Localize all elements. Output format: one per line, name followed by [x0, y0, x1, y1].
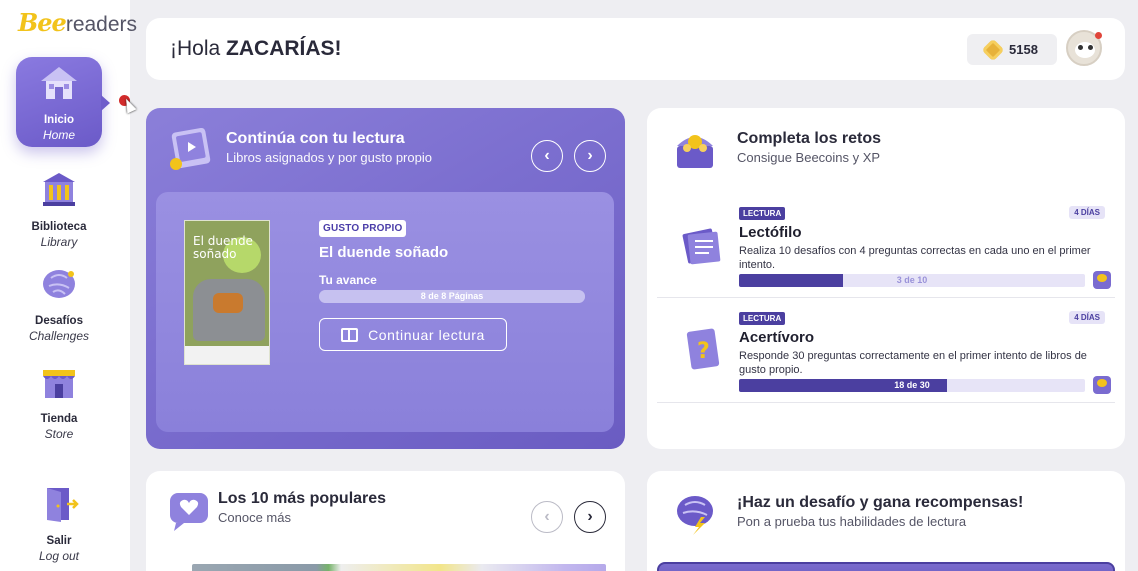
challenge-description: Responde 30 preguntas correctamente en e…: [739, 350, 1087, 376]
book-cover[interactable]: El duende soñado: [184, 220, 270, 365]
popular-prev-button[interactable]: ‹: [531, 501, 563, 533]
sidebar-item-label: Salir: [46, 535, 72, 547]
reading-next-button[interactable]: ›: [574, 140, 606, 172]
brain-icon: [43, 270, 75, 298]
sidebar-item-sublabel: Home: [42, 128, 75, 142]
sidebar-item-label: Inicio: [43, 114, 75, 126]
beereaders-logo[interactable]: Bee readers: [18, 8, 137, 37]
sidebar-item-sublabel: Log out: [38, 549, 80, 563]
challenges-title: Completa los retos: [737, 130, 882, 147]
challenges-subtitle: Consigue Beecoins y XP: [737, 150, 881, 165]
sidebar-item-home[interactable]: Inicio Home: [16, 57, 110, 147]
challenge-days-badge: 4 DÍAS: [1069, 311, 1105, 324]
current-book-panel: El duende soñado GUSTO PROPIO El duende …: [156, 192, 614, 432]
challenge-progress-bar: 18 de 30: [739, 379, 1085, 392]
bee-reward-icon: [1093, 271, 1111, 289]
chevron-right-icon: ›: [587, 508, 593, 525]
sidebar-item-challenges[interactable]: Desafíos Challenges: [16, 264, 102, 343]
house-icon: [41, 67, 77, 99]
logo-readers: readers: [65, 13, 138, 36]
reading-tablet-icon: [170, 127, 211, 170]
cover-publisher-band: [185, 346, 269, 364]
cover-machine-part: [213, 293, 243, 313]
sidebar: Bee readers Inicio Home Biblioteca Librar…: [0, 0, 137, 571]
progress-label: Tu avance: [319, 273, 377, 287]
reward-subtitle: Pon a prueba tus habilidades de lectura: [737, 514, 967, 529]
challenge-progress-text: 3 de 10: [896, 275, 928, 285]
heart-chat-icon: [170, 493, 208, 531]
continue-reading-label: Continuar lectura: [368, 326, 485, 343]
sidebar-item-sublabel: Store: [44, 427, 74, 441]
challenge-tag: LECTURA: [739, 312, 786, 325]
chevron-right-icon: ›: [587, 147, 593, 164]
cover-title: El duende soñado: [193, 234, 253, 262]
user-name: ZACARÍAS!: [226, 37, 342, 60]
popular-title: Los 10 más populares: [218, 490, 387, 507]
chevron-left-icon: ‹: [544, 508, 550, 525]
popular-next-button[interactable]: ›: [574, 501, 606, 533]
question-glyph: ?: [697, 339, 710, 364]
stacked-books-icon: [682, 228, 721, 265]
continue-reading-card: Continúa con tu lectura Libros asignados…: [146, 108, 625, 449]
store-icon: [43, 370, 75, 398]
book-category-tag: GUSTO PROPIO: [319, 220, 407, 237]
challenge-description: Realiza 10 desafíos con 4 preguntas corr…: [739, 245, 1091, 271]
sidebar-item-sublabel: Challenges: [28, 329, 90, 343]
beecoins-value: 5158: [1009, 42, 1038, 57]
challenge-item[interactable]: ? LECTURA 4 DÍAS Acertívoro Responde 30 …: [657, 298, 1115, 403]
sidebar-item-sublabel: Library: [40, 235, 78, 249]
reward-challenge-card: ¡Haz un desafío y gana recompensas! Pon …: [647, 471, 1125, 571]
mouse-cursor-icon: [121, 96, 137, 114]
sidebar-item-label: Desafíos: [35, 315, 83, 327]
sidebar-item-store[interactable]: Tienda Store: [16, 362, 102, 441]
reading-prev-button[interactable]: ‹: [531, 140, 563, 172]
beecoin-icon: [981, 38, 1005, 61]
challenge-days-badge: 4 DÍAS: [1069, 206, 1105, 219]
greeting-prefix: ¡Hola: [170, 37, 227, 60]
open-book-icon: [341, 327, 359, 342]
chevron-left-icon: ‹: [544, 147, 550, 164]
reward-title: ¡Haz un desafío y gana recompensas!: [737, 494, 1024, 511]
challenge-progress-text: 18 de 30: [894, 380, 930, 390]
challenge-name: Acertívoro: [739, 329, 815, 346]
challenge-tag: LECTURA: [739, 207, 786, 220]
popular-books-card: Los 10 más populares Conoce más ‹ ›: [146, 471, 625, 571]
popular-subtitle: Conoce más: [218, 510, 291, 525]
challenge-name: Lectófilo: [739, 224, 802, 241]
sidebar-item-label: Tienda: [40, 413, 78, 425]
reading-progress-bar: 8 de 8 Páginas: [319, 290, 585, 303]
challenge-progress-bar: 3 de 10: [739, 274, 1085, 287]
reading-title: Continúa con tu lectura: [226, 130, 405, 147]
sidebar-item-logout[interactable]: Salir Log out: [16, 484, 102, 563]
treasure-chest-icon: [677, 135, 713, 168]
book-title: El duende soñado: [319, 244, 449, 261]
reward-challenge-panel[interactable]: [657, 562, 1115, 571]
library-icon: [43, 173, 75, 206]
brain-lightning-icon: [677, 496, 713, 535]
popular-books-carousel[interactable]: [192, 564, 606, 571]
continue-reading-button[interactable]: Continuar lectura: [319, 318, 507, 351]
sidebar-item-library[interactable]: Biblioteca Library: [16, 170, 102, 249]
notification-dot: [1095, 32, 1102, 39]
sidebar-item-label: Biblioteca: [31, 221, 87, 233]
logout-door-icon: [47, 488, 79, 522]
greeting: ¡Hola ZACARÍAS!: [170, 37, 342, 61]
beecoins-counter[interactable]: 5158: [967, 34, 1057, 65]
avatar-eye: [1078, 45, 1083, 50]
panda-avatar-icon: [1075, 42, 1095, 58]
bee-reward-icon: [1093, 376, 1111, 394]
reading-subtitle: Libros asignados y por gusto propio: [226, 150, 432, 165]
question-card-icon: ?: [686, 328, 720, 370]
logo-bee: Bee: [18, 8, 67, 37]
reading-progress-text: 8 de 8 Páginas: [420, 291, 484, 301]
avatar-eye: [1088, 45, 1093, 50]
challenge-item[interactable]: LECTURA 4 DÍAS Lectófilo Realiza 10 desa…: [657, 193, 1115, 298]
challenges-card: Completa los retos Consigue Beecoins y X…: [647, 108, 1125, 449]
top-header: ¡Hola ZACARÍAS! 5158: [146, 18, 1125, 80]
